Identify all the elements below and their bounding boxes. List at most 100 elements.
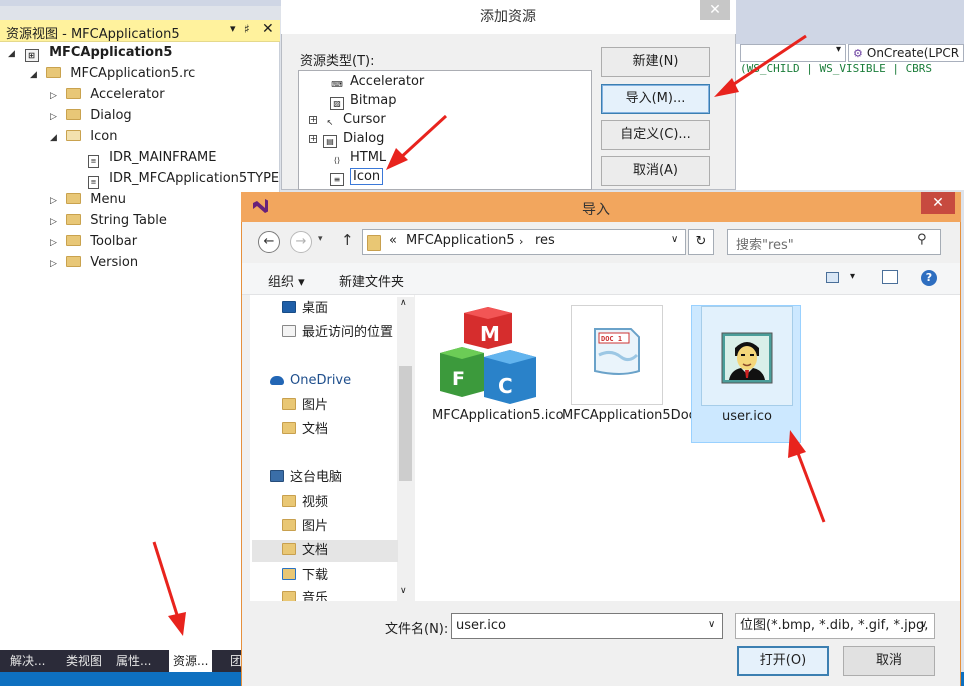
filter-dropdown-icon[interactable]: ∨ [920,619,927,630]
new-button[interactable]: 新建(N) [601,47,710,77]
organize-menu[interactable]: 组织 ▾ [268,271,305,290]
recent-places-icon [282,325,296,337]
file-item-doc-icon[interactable]: DOC 1 MFCApplication5Doc.ico [562,305,719,443]
preview-pane-icon[interactable] [882,270,898,284]
resource-type-icon[interactable]: ≡ Icon [330,167,384,186]
tab-solution-explorer[interactable]: 解决... [6,650,49,672]
tree-node-label: IDR_MAINFRAME [109,150,217,165]
pin-icon[interactable]: ♯ [244,22,250,36]
cancel-button[interactable]: 取消(A) [601,156,710,186]
search-icon[interactable]: ⚲ [917,232,927,247]
file-item-mfc-icon[interactable]: M F C MFCApplication5.ico [432,305,564,443]
file-item-user-icon[interactable]: user.ico [691,305,801,443]
change-view-icon[interactable] [826,272,839,283]
tree-node-label: MFCApplication5.rc [70,66,196,81]
resource-type-cursor[interactable]: + ↖ Cursor [309,110,386,130]
expand-icon[interactable]: ▷ [50,212,62,232]
nav-item-pictures[interactable]: 图片 [282,516,328,538]
class-dropdown-arrow-icon[interactable]: ▾ [836,44,841,55]
expand-icon[interactable]: ▷ [50,233,62,253]
collapse-icon[interactable]: ◢ [30,65,42,85]
folder-icon [66,235,82,246]
custom-button[interactable]: 自定义(C)... [601,120,710,150]
nav-item-recent[interactable]: 最近访问的位置 [282,322,393,344]
open-button[interactable]: 打开(O) [737,646,829,676]
address-segment[interactable]: res [535,233,555,248]
tree-node-icon[interactable]: ◢ Icon [50,127,117,147]
tree-node-dialog[interactable]: ▷ Dialog [50,106,132,126]
resource-type-bitmap[interactable]: ▨ Bitmap [330,91,397,110]
up-arrow-icon[interactable]: ↑ [341,231,354,249]
file-type-filter[interactable]: 位图(*.bmp, *.dib, *.gif, *.jpg, [735,613,935,639]
expand-icon[interactable]: ▷ [50,191,62,211]
expand-icon[interactable]: ▷ [50,254,62,274]
close-icon[interactable]: ✕ [700,0,730,20]
expand-icon[interactable]: ▷ [50,86,62,106]
class-dropdown[interactable] [740,44,846,62]
resource-type-label: 资源类型(T): [300,54,375,69]
nav-item-label: 文档 [302,543,329,558]
tree-node-label: Icon [90,129,118,144]
filename-dropdown-icon[interactable]: ∨ [708,619,715,630]
nav-item-onedrive[interactable]: OneDrive [270,370,351,392]
file-name: MFCApplication5Doc.ico [562,408,719,423]
new-folder-button[interactable]: 新建文件夹 [339,271,404,290]
import-button[interactable]: 导入(M)... [601,84,710,114]
resource-type-accelerator[interactable]: ⌨ Accelerator [330,72,424,92]
onedrive-cloud-icon [270,376,284,385]
address-dropdown-icon[interactable]: ∨ [671,234,678,245]
panel-menu-icon[interactable]: ▾ [230,22,236,35]
scroll-down-icon[interactable]: ∨ [400,586,407,596]
resource-type-dialog[interactable]: + ▤ Dialog [309,129,384,148]
tree-node-string-table[interactable]: ▷ String Table [50,211,167,231]
collapse-icon[interactable]: ◢ [50,128,62,148]
filename-input[interactable]: user.ico [451,613,723,639]
nav-item-pictures[interactable]: 图片 [282,395,328,417]
tree-node-toolbar[interactable]: ▷ Toolbar [50,232,137,252]
folder-icon [66,109,82,120]
recent-locations-icon[interactable]: ▾ [318,234,323,244]
tree-node-idr-mainframe[interactable]: ≡ IDR_MAINFRAME [88,148,217,168]
resource-type-html[interactable]: ⟨⟩ HTML [330,148,386,168]
tree-node-idr-type[interactable]: ≡ IDR_MFCApplication5TYPE [88,169,279,189]
member-function-icon: ⚙ [853,47,863,60]
forward-arrow-icon[interactable]: → [290,231,312,253]
tree-node-rc-file[interactable]: ◢ MFCApplication5.rc [30,64,195,84]
file-name: MFCApplication5.ico [432,408,564,423]
tree-node-label: Version [90,255,139,270]
nav-item-documents[interactable]: 文档 [282,419,328,441]
breadcrumb-separator-icon[interactable]: › [519,235,523,248]
refresh-icon[interactable]: ↻ [688,229,714,255]
panel-close-icon[interactable]: ✕ [262,21,274,37]
tab-properties[interactable]: 属性... [112,650,155,672]
scroll-up-icon[interactable]: ∧ [400,298,407,308]
address-overflow-icon[interactable]: « [389,233,397,248]
help-icon[interactable]: ? [921,270,937,286]
tree-node-accelerator[interactable]: ▷ Accelerator [50,85,165,105]
nav-item-desktop[interactable]: 桌面 [282,298,328,320]
expand-box-icon[interactable]: + [309,135,317,143]
folder-icon [66,256,82,267]
search-placeholder: 搜索"res" [736,238,794,253]
view-dropdown-icon[interactable]: ▾ [850,271,855,282]
cube-letter: C [498,374,513,398]
collapse-icon[interactable]: ◢ [8,44,20,64]
back-arrow-icon[interactable]: ← [258,231,280,253]
cancel-button[interactable]: 取消 [843,646,935,676]
tree-node-menu[interactable]: ▷ Menu [50,190,126,210]
tree-node-project[interactable]: ◢ ⊞ MFCApplication5 [8,43,172,63]
expand-box-icon[interactable]: + [309,116,317,124]
address-segment[interactable]: MFCApplication5 [406,233,515,248]
member-dropdown[interactable]: ⚙ OnCreate(LPCR [848,44,964,62]
expand-icon[interactable]: ▷ [50,107,62,127]
nav-item-videos[interactable]: 视频 [282,492,328,514]
scrollbar-thumb[interactable] [399,366,412,481]
nav-item-this-pc[interactable]: 这台电脑 [270,467,342,489]
close-icon[interactable]: ✕ [921,192,955,214]
tab-resource-view[interactable]: 资源... [169,650,213,672]
nav-item-downloads[interactable]: 下载 [282,565,328,587]
tree-node-version[interactable]: ▷ Version [50,253,138,273]
nav-item-documents[interactable]: 文档 [252,540,398,562]
tab-class-view[interactable]: 类视图 [62,650,106,672]
nav-item-music[interactable]: 音乐 [282,588,328,601]
